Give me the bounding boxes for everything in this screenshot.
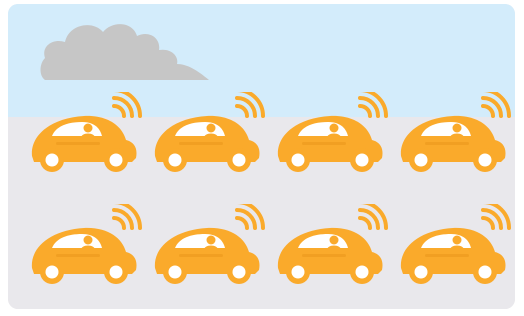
car-wheel	[414, 265, 428, 279]
wireless-signal-icon	[358, 200, 388, 230]
car-4	[395, 88, 515, 182]
connected-car-icon	[277, 88, 388, 172]
wireless-signal-icon	[481, 88, 511, 118]
car-wheel	[414, 153, 428, 167]
car-wheel	[478, 265, 492, 279]
wireless-signal-icon	[112, 200, 142, 230]
car-door-line	[179, 142, 223, 145]
car-wheel	[232, 265, 246, 279]
driver-head	[206, 235, 216, 245]
wireless-signal-icon	[481, 200, 511, 230]
driver-head	[452, 235, 462, 245]
car-5	[26, 200, 148, 294]
driver-head	[329, 235, 339, 245]
car-door-line	[302, 142, 346, 145]
connected-car-icon	[277, 200, 388, 284]
wireless-signal-icon	[358, 88, 388, 118]
driver-head	[83, 123, 93, 133]
car-7	[272, 200, 394, 294]
driver-head	[83, 235, 93, 245]
illustration-card	[8, 4, 515, 309]
car-wheel	[168, 153, 182, 167]
car-door-line	[302, 254, 346, 257]
car-wheel	[45, 265, 59, 279]
car-3	[272, 88, 394, 182]
car-wheel	[45, 153, 59, 167]
car-wheel	[355, 265, 369, 279]
car-2	[149, 88, 271, 182]
cloud-icon	[40, 24, 209, 80]
car-6	[149, 200, 271, 294]
car-door-line	[425, 254, 469, 257]
car-wheel	[291, 153, 305, 167]
car-door-line	[56, 142, 100, 145]
car-wheel	[355, 153, 369, 167]
connected-car-icon	[400, 88, 511, 172]
car-1	[26, 88, 148, 182]
car-door-line	[179, 254, 223, 257]
car-wheel	[168, 265, 182, 279]
driver-head	[329, 123, 339, 133]
driver-head	[206, 123, 216, 133]
car-8	[395, 200, 515, 294]
connected-car-icon	[154, 200, 265, 284]
car-door-line	[56, 254, 100, 257]
car-wheel	[291, 265, 305, 279]
connected-car-icon	[31, 200, 142, 284]
connected-car-icon	[154, 88, 265, 172]
car-wheel	[478, 153, 492, 167]
wireless-signal-icon	[112, 88, 142, 118]
connected-car-icon	[400, 200, 511, 284]
car-wheel	[109, 265, 123, 279]
connected-car-icon	[31, 88, 142, 172]
car-wheel	[232, 153, 246, 167]
driver-head	[452, 123, 462, 133]
wireless-signal-icon	[235, 88, 265, 118]
wireless-signal-icon	[235, 200, 265, 230]
car-wheel	[109, 153, 123, 167]
car-door-line	[425, 142, 469, 145]
